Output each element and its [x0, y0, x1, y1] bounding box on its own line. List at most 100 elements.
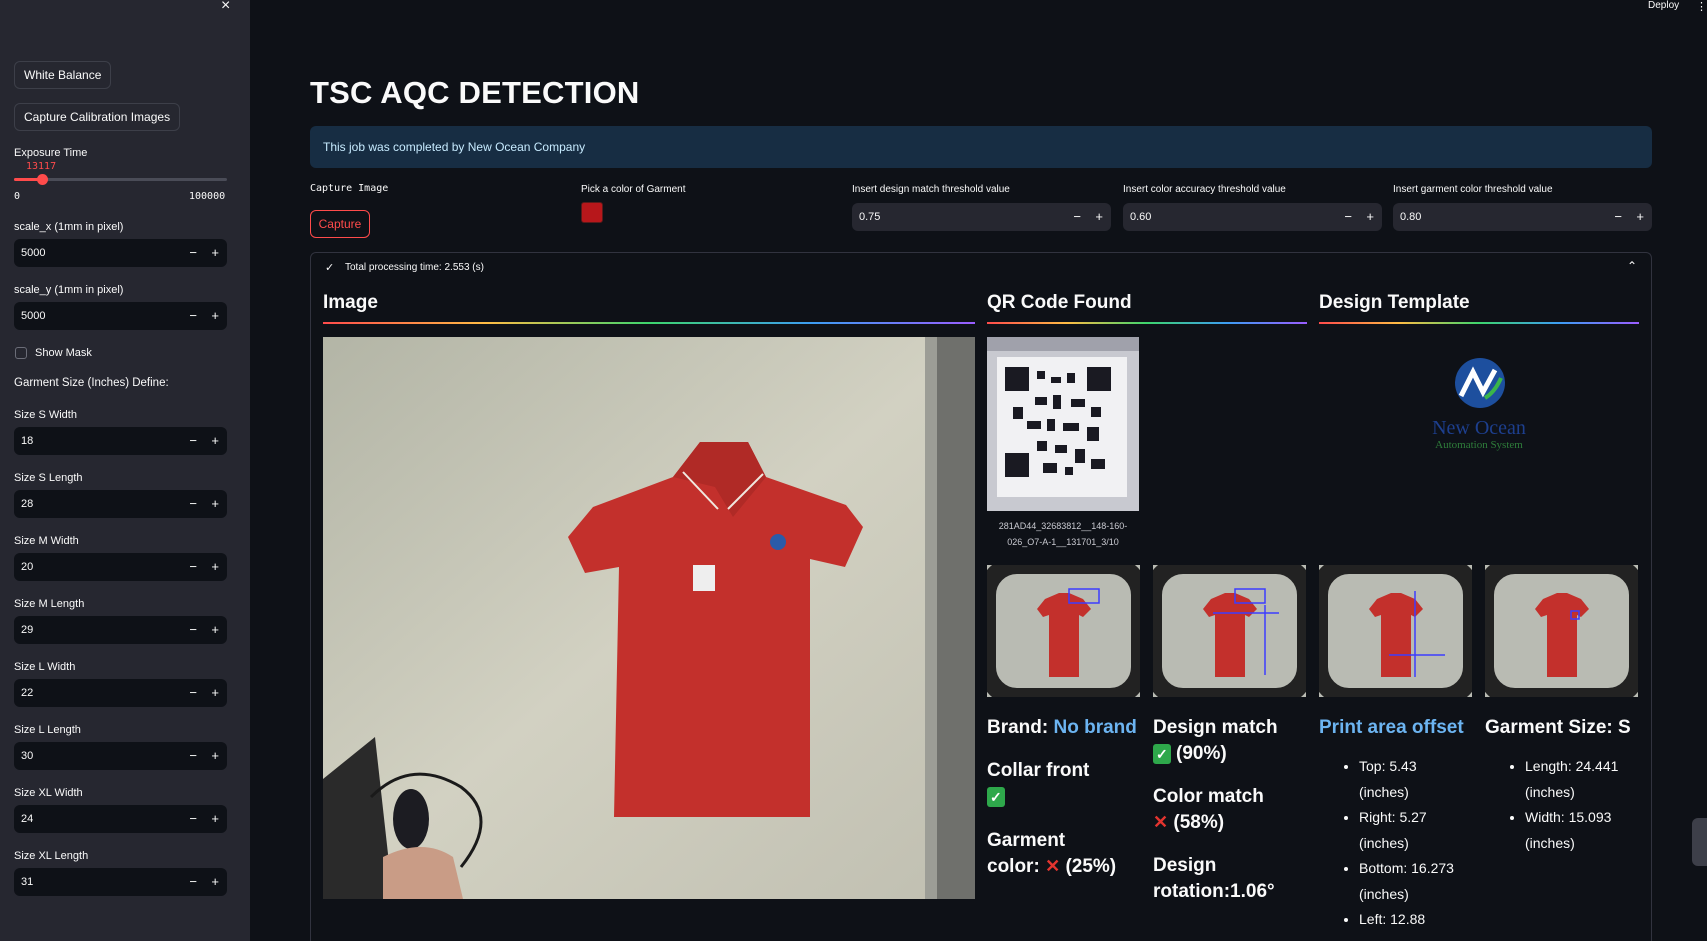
- collar-result: Collar front ✓: [987, 758, 1089, 810]
- result-thumbnail: [1319, 565, 1472, 697]
- decrement-button[interactable]: −: [1073, 203, 1081, 231]
- increment-button[interactable]: +: [211, 742, 219, 770]
- close-sidebar-icon[interactable]: ×: [221, 0, 235, 14]
- size-s-length-input[interactable]: 28 − +: [14, 490, 227, 518]
- result-thumbnail: [1153, 565, 1306, 697]
- size-xl-length-value[interactable]: 31: [21, 868, 33, 896]
- design-match-pct: (90%): [1176, 743, 1227, 764]
- increment-button[interactable]: +: [211, 553, 219, 581]
- scale-y-value[interactable]: 5000: [21, 302, 45, 330]
- scale-x-input[interactable]: 5000 − +: [14, 239, 227, 267]
- offset-top: Top: 5.43: [1359, 758, 1417, 774]
- garment-size-heading: Garment Size: S: [1485, 717, 1631, 738]
- qr-caption-line-1: 281AD44_32683812__148-160-: [998, 521, 1128, 531]
- decrement-button[interactable]: −: [1344, 203, 1352, 231]
- color-accuracy-threshold-input[interactable]: 0.60 − +: [1123, 203, 1382, 231]
- decrement-button[interactable]: −: [189, 679, 197, 707]
- main-menu-icon[interactable]: ⋮: [1696, 0, 1707, 13]
- offset-left: Left: 12.88: [1359, 911, 1426, 927]
- decrement-button[interactable]: −: [189, 302, 197, 330]
- color-picker-label: Pick a color of Garment: [581, 184, 686, 195]
- design-threshold-value[interactable]: 0.75: [859, 203, 880, 231]
- chevron-up-icon[interactable]: ⌃: [1627, 259, 1637, 273]
- increment-button[interactable]: +: [1095, 203, 1103, 231]
- capture-calibration-button[interactable]: Capture Calibration Images: [14, 103, 181, 131]
- garment-color-threshold-value[interactable]: 0.80: [1400, 203, 1421, 231]
- increment-button[interactable]: +: [1636, 203, 1644, 231]
- size-m-width-input[interactable]: 20 − +: [14, 553, 227, 581]
- decrement-button[interactable]: −: [189, 239, 197, 267]
- size-s-width-label: Size S Width: [14, 409, 77, 421]
- design-divider: [1319, 322, 1639, 324]
- increment-button[interactable]: +: [211, 679, 219, 707]
- size-l-length-label: Size L Length: [14, 724, 81, 736]
- list-item: Width: 15.093 (inches): [1525, 805, 1618, 856]
- size-xl-width-input[interactable]: 24 − +: [14, 805, 227, 833]
- result-thumbnail: [1485, 565, 1638, 697]
- garment-color-result: Garment color: ✕ (25%): [987, 828, 1116, 880]
- info-alert: This job was completed by New Ocean Comp…: [310, 126, 1652, 168]
- decrement-button[interactable]: −: [189, 616, 197, 644]
- garment-color-picker[interactable]: [581, 202, 603, 223]
- decrement-button[interactable]: −: [189, 490, 197, 518]
- offset-bottom: Bottom: 16.273: [1359, 860, 1454, 876]
- size-width-unit: (inches): [1525, 834, 1575, 851]
- decrement-button[interactable]: −: [189, 868, 197, 896]
- size-s-length-value[interactable]: 28: [21, 490, 33, 518]
- size-l-width-input[interactable]: 22 − +: [14, 679, 227, 707]
- increment-button[interactable]: +: [211, 427, 219, 455]
- design-threshold-input[interactable]: 0.75 − +: [852, 203, 1111, 231]
- size-s-width-value[interactable]: 18: [21, 427, 33, 455]
- side-handle[interactable]: [1692, 818, 1707, 866]
- garment-size-list: Length: 24.441 (inches) Width: 15.093 (inc…: [1485, 754, 1618, 856]
- size-m-width-value[interactable]: 20: [21, 553, 33, 581]
- increment-button[interactable]: +: [211, 302, 219, 330]
- design-template-logo: New Ocean Automation System: [1319, 345, 1639, 465]
- garment-color-threshold-input[interactable]: 0.80 − +: [1393, 203, 1652, 231]
- increment-button[interactable]: +: [211, 490, 219, 518]
- size-l-length-input[interactable]: 30 − +: [14, 742, 227, 770]
- size-m-length-value[interactable]: 29: [21, 616, 33, 644]
- collar-label: Collar front: [987, 760, 1090, 781]
- size-xl-length-input[interactable]: 31 − +: [14, 868, 227, 896]
- show-mask-checkbox[interactable]: [15, 347, 27, 359]
- increment-button[interactable]: +: [211, 805, 219, 833]
- check-icon: ✓: [987, 787, 1005, 807]
- size-m-width-label: Size M Width: [14, 535, 79, 547]
- decrement-button[interactable]: −: [189, 427, 197, 455]
- exposure-slider[interactable]: [14, 174, 227, 185]
- size-xl-width-value[interactable]: 24: [21, 805, 33, 833]
- increment-button[interactable]: +: [211, 616, 219, 644]
- color-accuracy-threshold-value[interactable]: 0.60: [1130, 203, 1151, 231]
- garment-color-threshold-label: Insert garment color threshold value: [1393, 184, 1553, 195]
- size-s-width-input[interactable]: 18 − +: [14, 427, 227, 455]
- print-offset-heading: Print area offset: [1319, 717, 1464, 738]
- offset-top-unit: (inches): [1359, 783, 1409, 800]
- size-l-width-value[interactable]: 22: [21, 679, 33, 707]
- scale-y-input[interactable]: 5000 − +: [14, 302, 227, 330]
- exposure-slider-thumb[interactable]: [36, 174, 48, 185]
- size-m-length-input[interactable]: 29 − +: [14, 616, 227, 644]
- decrement-button[interactable]: −: [189, 805, 197, 833]
- increment-button[interactable]: +: [1366, 203, 1374, 231]
- show-mask-label[interactable]: Show Mask: [35, 347, 92, 359]
- increment-button[interactable]: +: [211, 868, 219, 896]
- decrement-button[interactable]: −: [189, 742, 197, 770]
- color-match-pct: (58%): [1173, 812, 1225, 833]
- check-icon: ✓: [325, 262, 335, 274]
- deploy-button[interactable]: Deploy: [1648, 0, 1679, 11]
- new-ocean-logo-icon: [1455, 358, 1505, 408]
- design-rotation-label-1: Design: [1153, 855, 1217, 876]
- decrement-button[interactable]: −: [189, 553, 197, 581]
- captured-garment-image: [323, 337, 975, 899]
- size-l-length-value[interactable]: 30: [21, 742, 33, 770]
- capture-button[interactable]: Capture: [310, 210, 370, 238]
- increment-button[interactable]: +: [211, 239, 219, 267]
- white-balance-button[interactable]: White Balance: [14, 61, 112, 89]
- list-item: Left: 12.88: [1359, 907, 1454, 933]
- scale-x-value[interactable]: 5000: [21, 239, 45, 267]
- color-match-result: Color match ✕ (58%): [1153, 784, 1264, 836]
- qr-heading: QR Code Found: [987, 292, 1132, 313]
- qr-caption-line-2: 026_O7-A-1__131701_3/10: [1007, 537, 1119, 547]
- decrement-button[interactable]: −: [1614, 203, 1622, 231]
